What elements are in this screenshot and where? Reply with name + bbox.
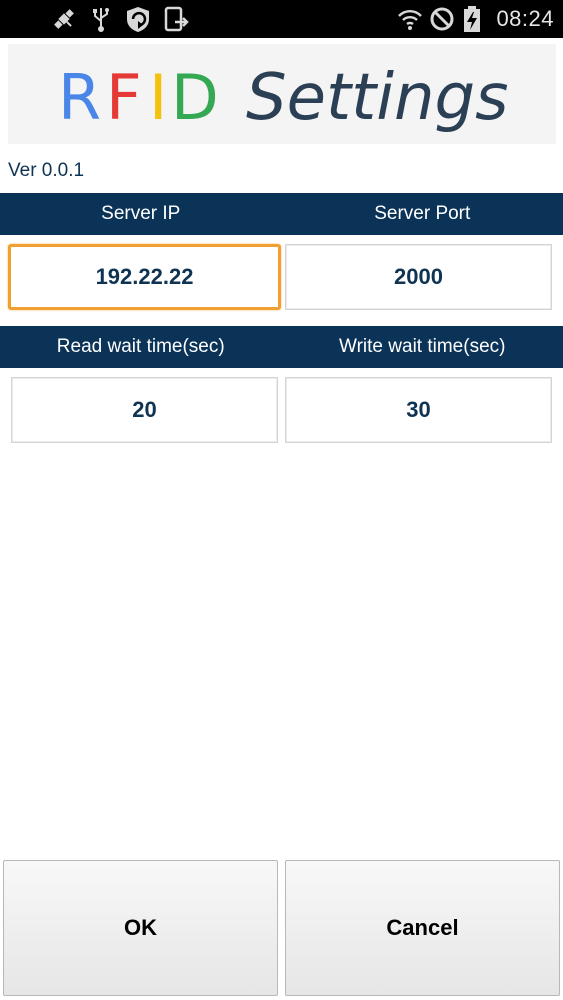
server-ip-header: Server IP [101, 203, 181, 224]
status-time: 08:24 [496, 6, 554, 31]
shield-icon [127, 7, 149, 32]
banner-settings-text: Settings [246, 61, 509, 135]
rfid-settings-banner: R F I D Settings [8, 44, 556, 144]
version-label: Ver 0.0.1 [8, 160, 85, 181]
read-wait-header: Read wait time(sec) [56, 336, 225, 357]
status-bar: 08:24 [0, 0, 563, 38]
phone-transfer-icon [164, 6, 189, 32]
timing-header: Read wait time(sec) Write wait time(sec) [0, 326, 563, 368]
banner-letter-r: R [58, 61, 101, 134]
write-wait-header: Write wait time(sec) [339, 336, 506, 357]
write-wait-input[interactable]: 30 [285, 377, 552, 443]
server-port-input[interactable]: 2000 [285, 244, 552, 310]
battery-charging-icon [464, 6, 480, 32]
wifi-icon [398, 10, 422, 30]
blocked-icon [430, 7, 454, 31]
ok-button[interactable]: OK [3, 860, 278, 996]
banner-letter-d: D [171, 61, 219, 134]
server-header: Server IP Server Port [0, 193, 563, 235]
cancel-button[interactable]: Cancel [285, 860, 560, 996]
banner-letter-f: F [106, 61, 142, 134]
satellite-icon [54, 9, 74, 29]
banner-letter-i: I [149, 61, 167, 134]
usb-icon [93, 8, 109, 32]
read-wait-input[interactable]: 20 [11, 377, 278, 443]
server-port-header: Server Port [374, 203, 471, 224]
server-ip-input[interactable]: 192.22.22 [8, 244, 281, 310]
